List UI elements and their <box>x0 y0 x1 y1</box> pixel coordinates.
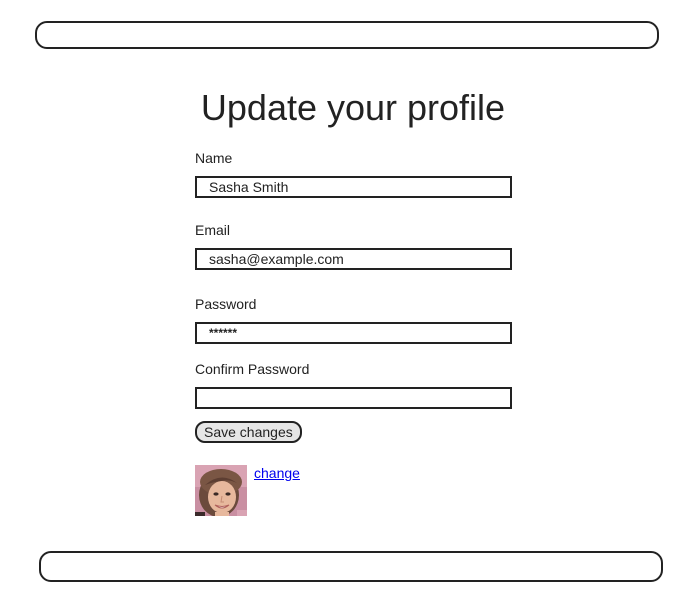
user-photo-icon <box>195 465 247 516</box>
password-label: Password <box>195 296 257 312</box>
name-label: Name <box>195 150 233 166</box>
confirm-password-field[interactable] <box>195 387 512 409</box>
avatar[interactable] <box>195 465 247 516</box>
email-label: Email <box>195 222 231 238</box>
email-field[interactable] <box>195 248 512 270</box>
password-field[interactable] <box>195 322 512 344</box>
page-title: Update your profile <box>200 87 506 128</box>
confirm-password-label: Confirm Password <box>195 361 310 377</box>
top-banner-bar <box>35 21 659 49</box>
save-changes-button[interactable]: Save changes <box>195 421 302 443</box>
bottom-banner-bar <box>39 551 663 582</box>
change-avatar-link[interactable]: change <box>254 465 300 481</box>
name-field[interactable] <box>195 176 512 198</box>
